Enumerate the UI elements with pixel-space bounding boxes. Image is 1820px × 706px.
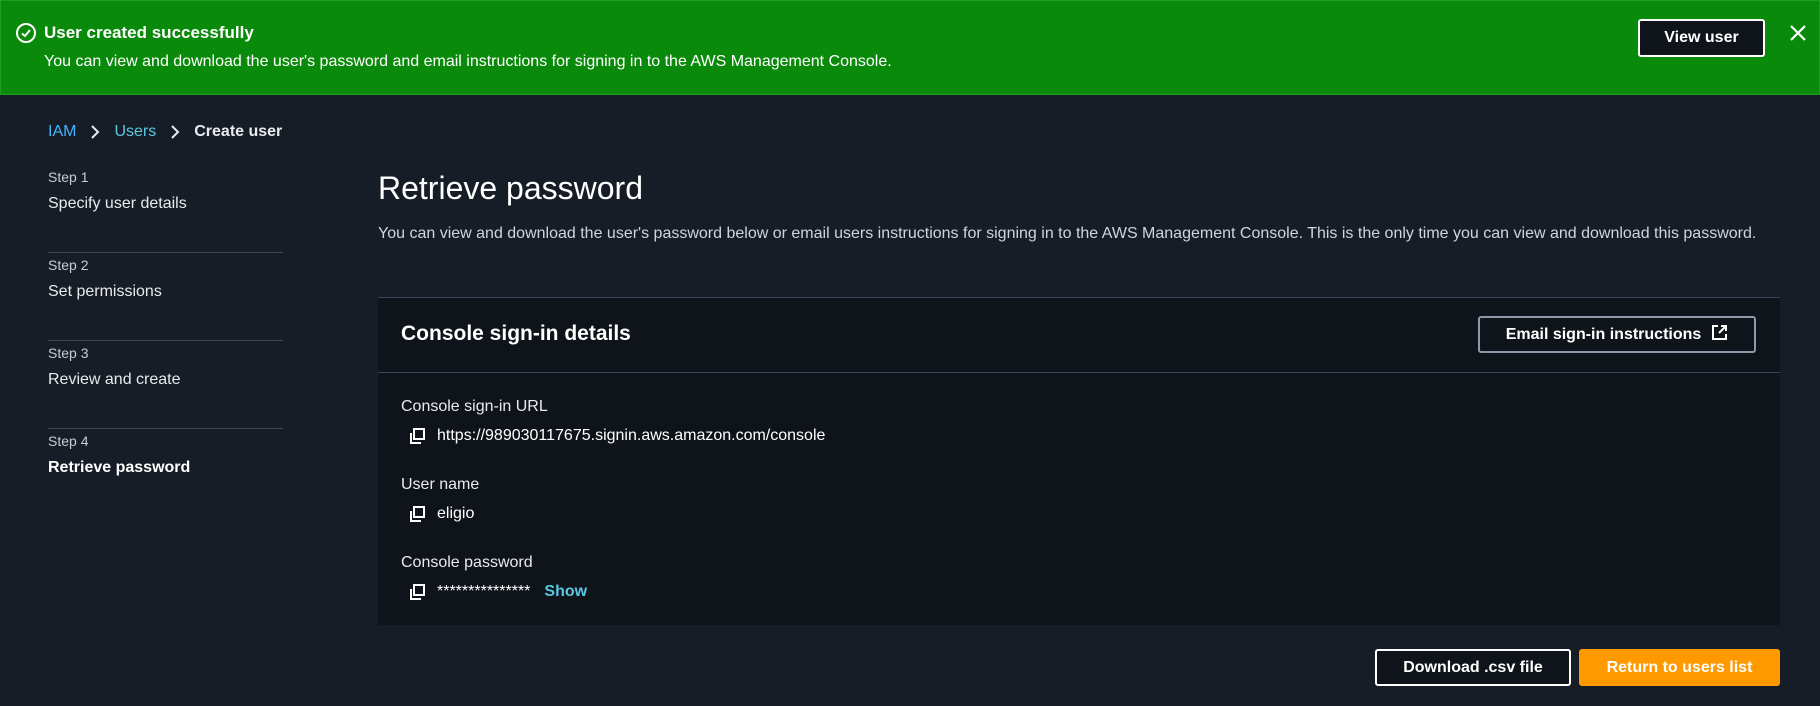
step-number: Step 3 [48, 345, 89, 361]
view-user-button[interactable]: View user [1638, 19, 1765, 57]
wizard-step-3: Step 3 Review and create [48, 341, 283, 429]
field-label: User name [401, 476, 480, 493]
step-label: Review and create [48, 371, 181, 388]
wizard-step-2: Step 2 Set permissions [48, 253, 283, 341]
download-csv-button[interactable]: Download .csv file [1375, 649, 1571, 686]
page-title: Retrieve password [378, 170, 643, 206]
success-flash-banner: User created successfully You can view a… [0, 0, 1820, 95]
flash-message: You can view and download the user's pas… [44, 53, 892, 70]
breadcrumb: IAM Users Create user [48, 120, 282, 144]
chevron-right-icon [170, 124, 180, 140]
wizard-step-1: Step 1 Specify user details [48, 165, 283, 253]
breadcrumb-current: Create user [194, 123, 283, 140]
return-to-users-button[interactable]: Return to users list [1579, 649, 1780, 686]
email-sign-in-button[interactable]: Email sign-in instructions [1478, 316, 1756, 353]
close-icon[interactable] [1786, 21, 1810, 45]
password-field: Console password *************** Show [401, 554, 587, 602]
panel-title: Console sign-in details [401, 322, 631, 345]
step-number: Step 2 [48, 257, 89, 273]
sign-in-url-value: https://989030117675.signin.aws.amazon.c… [437, 427, 826, 444]
step-number: Step 4 [48, 433, 89, 449]
field-label: Console password [401, 554, 533, 571]
email-button-label: Email sign-in instructions [1505, 325, 1702, 343]
panel-header: Console sign-in details Email sign-in in… [378, 298, 1780, 373]
wizard-steps: Step 1 Specify user details Step 2 Set p… [48, 165, 283, 517]
copy-icon[interactable] [407, 582, 427, 602]
copy-icon[interactable] [407, 426, 427, 446]
password-value: *************** [437, 583, 531, 600]
page-description: You can view and download the user's pas… [378, 225, 1757, 242]
sign-in-details-panel: Console sign-in details Email sign-in in… [378, 297, 1780, 625]
sign-in-url-field: Console sign-in URL https://989030117675… [401, 398, 825, 446]
username-field: User name eligio [401, 476, 479, 524]
breadcrumb-users[interactable]: Users [114, 123, 156, 141]
step-label: Specify user details [48, 195, 187, 212]
username-value: eligio [437, 505, 475, 522]
external-link-icon [1711, 324, 1728, 346]
flash-title: User created successfully [44, 23, 254, 42]
check-circle-icon [16, 23, 36, 43]
step-label: Set permissions [48, 283, 162, 300]
field-label: Console sign-in URL [401, 398, 548, 415]
step-number: Step 1 [48, 169, 89, 185]
breadcrumb-iam[interactable]: IAM [48, 123, 76, 141]
step-label-current: Retrieve password [48, 459, 191, 476]
copy-icon[interactable] [407, 504, 427, 524]
chevron-right-icon [90, 124, 100, 140]
wizard-step-4: Step 4 Retrieve password [48, 429, 283, 517]
show-password-link[interactable]: Show [544, 583, 587, 601]
